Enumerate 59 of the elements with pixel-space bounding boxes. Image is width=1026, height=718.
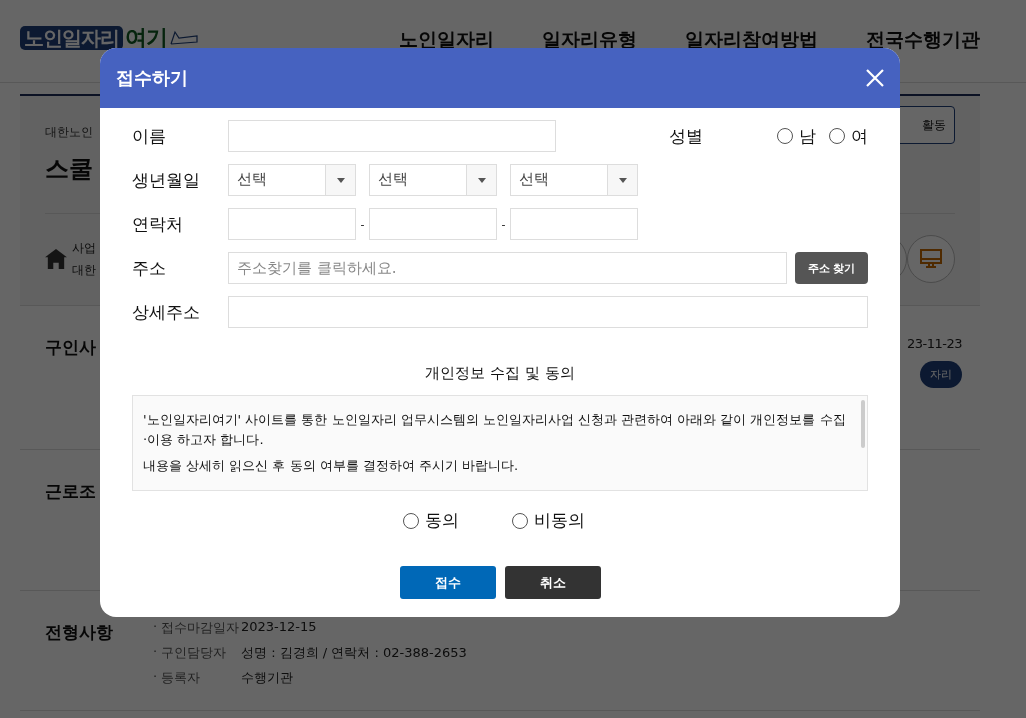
radio-button[interactable]	[829, 128, 845, 144]
radio-button[interactable]	[402, 512, 419, 529]
category-badge: 자리	[920, 361, 962, 388]
field-label: 상세주소	[132, 300, 201, 324]
scrollbar-thumb[interactable]	[861, 400, 865, 448]
section-title: 전형사항	[45, 621, 113, 644]
nav-link[interactable]: 전국수행기관	[866, 28, 980, 50]
item-label: 등록자	[161, 669, 201, 687]
org-name: 대한노인	[45, 124, 93, 141]
separator-text: -	[359, 217, 366, 231]
radio-option[interactable]: 여	[829, 124, 868, 148]
place-text: 대한	[72, 262, 96, 279]
submit-button[interactable]: 접수	[399, 566, 496, 599]
item-value: 성명 : 김경희 / 연락처 : 02-388-2653	[241, 644, 467, 662]
field-label: 주소	[132, 256, 167, 280]
section-title: 구인사	[45, 336, 97, 359]
monitor-icon[interactable]	[907, 235, 955, 283]
bullet-text: ·	[153, 669, 159, 686]
close-icon[interactable]	[866, 69, 884, 87]
bullet-text: ·	[153, 619, 159, 636]
name-field[interactable]	[228, 120, 556, 152]
field-label: 성별	[669, 124, 704, 148]
item-label: 구인담당자	[161, 644, 227, 662]
separator-text: -	[500, 217, 507, 231]
item-label: 접수마감일자	[161, 619, 240, 637]
dropdown[interactable]: 선택	[369, 164, 497, 196]
item-value: 수행기관	[241, 669, 293, 687]
phone-field[interactable]	[228, 208, 356, 240]
consent-heading: 개인정보 수집 및 동의	[424, 364, 576, 383]
radio-button[interactable]	[777, 128, 793, 144]
phone-field[interactable]	[510, 208, 638, 240]
radio-option[interactable]: 비동의	[511, 509, 585, 532]
radio-button[interactable]	[511, 512, 528, 529]
field-label: 연락처	[132, 212, 184, 236]
field-label: 이름	[132, 124, 167, 148]
caret-icon	[618, 177, 627, 183]
address-field[interactable]: 주소찾기를 클릭하세요.	[228, 252, 787, 284]
detail-address-field[interactable]	[228, 296, 868, 328]
radio-option[interactable]: 동의	[402, 509, 459, 532]
house-icon	[45, 249, 67, 269]
item-value: 2023-12-15	[241, 619, 317, 636]
phone-field[interactable]	[369, 208, 497, 240]
field-label: 생년월일	[132, 168, 201, 192]
cancel-button[interactable]: 취소	[504, 566, 601, 599]
consent-paragraph: '노인일자리여기' 사이트를 통한 노인일자리 업무시스템의 노인일자리사업 신청과 관련하여 아래와 같이 개인정보를 수집 ·이용 하고자 합니다.	[143, 411, 847, 449]
place-text: 사업	[72, 240, 96, 257]
radio-option[interactable]: 남	[777, 124, 816, 148]
dropdown[interactable]: 선택	[228, 164, 356, 196]
dropdown[interactable]: 선택	[510, 164, 638, 196]
caret-icon	[477, 177, 486, 183]
nav-link[interactable]: 일자리유형	[542, 28, 637, 50]
date-text: 23-11-23	[907, 336, 962, 351]
find-address-button[interactable]: 주소 찾기	[795, 252, 868, 284]
consent-paragraph: 내용을 상세히 읽으신 후 동의 여부를 결정하여 주시기 바랍니다.	[143, 457, 520, 475]
bullet-text: ·	[153, 644, 159, 661]
dialog-title: 접수하기	[116, 66, 188, 90]
caret-icon	[336, 177, 345, 183]
section-title: 근로조	[45, 480, 97, 503]
job-title: 스쿨	[45, 154, 93, 185]
